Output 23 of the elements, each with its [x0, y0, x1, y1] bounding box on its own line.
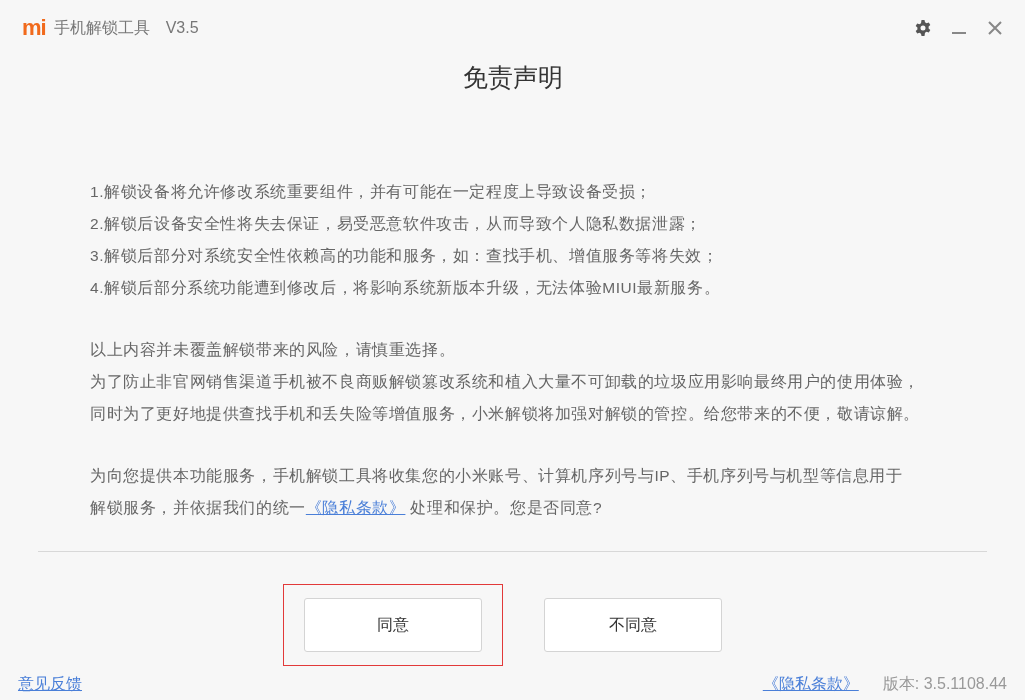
disclaimer-text: 同时为了更好地提供查找手机和丢失险等增值服务，小米解锁将加强对解锁的管控。给您带来的不便，敬请谅解。 — [90, 404, 920, 424]
app-version: V3.5 — [165, 18, 199, 38]
disclaimer-text: 解锁服务，并依据我们的统一《隐私条款》 处理和保护。您是否同意? — [90, 498, 603, 518]
disclaimer-text: 4.解锁后部分系统功能遭到修改后，将影响系统新版本升级，无法体验MIUI最新服务。 — [90, 278, 721, 298]
dialog-heading: 免责声明 — [461, 62, 564, 92]
disclaimer-text: 1.解锁设备将允许修改系统重要组件，并有可能在一定程度上导致设备受损； — [90, 182, 652, 202]
disclaimer-text: 为向您提供本功能服务，手机解锁工具将收集您的小米账号、计算机序列号与IP、手机序列号与机型等信息用于 — [90, 466, 903, 486]
minimize-icon — [952, 32, 966, 34]
disclaimer-text: 以上内容并未覆盖解锁带来的风险，请慎重选择。 — [90, 340, 456, 360]
settings-icon — [915, 20, 931, 36]
disclaimer-text: 为了防止非官网销售渠道手机被不良商贩解锁篡改系统和植入大量不可卸载的垃圾应用影响最终用户的使用体验， — [90, 372, 920, 392]
logo: mi — [22, 17, 46, 39]
privacy-link[interactable]: 《隐私条款》 — [762, 672, 859, 696]
disclaimer-text: 3.解锁后部分对系统安全性依赖高的功能和服务，如：查找手机、增值服务等将失效； — [90, 246, 719, 266]
privacy-link[interactable]: 《隐私条款》 — [305, 499, 406, 516]
disagree-button[interactable]: 不同意 — [543, 598, 722, 652]
disclaimer-text: 2.解锁后设备安全性将失去保证，易受恶意软件攻击，从而导致个人隐私数据泄露； — [90, 214, 702, 234]
app-name: 手机解锁工具 — [53, 18, 150, 38]
settings-button[interactable] — [913, 18, 933, 38]
close-icon — [988, 21, 1002, 35]
feedback-link[interactable]: 意见反馈 — [18, 672, 82, 696]
version-label: 版本: 3.5.1108.44 — [882, 674, 1007, 694]
agree-button[interactable]: 同意 — [303, 598, 482, 652]
